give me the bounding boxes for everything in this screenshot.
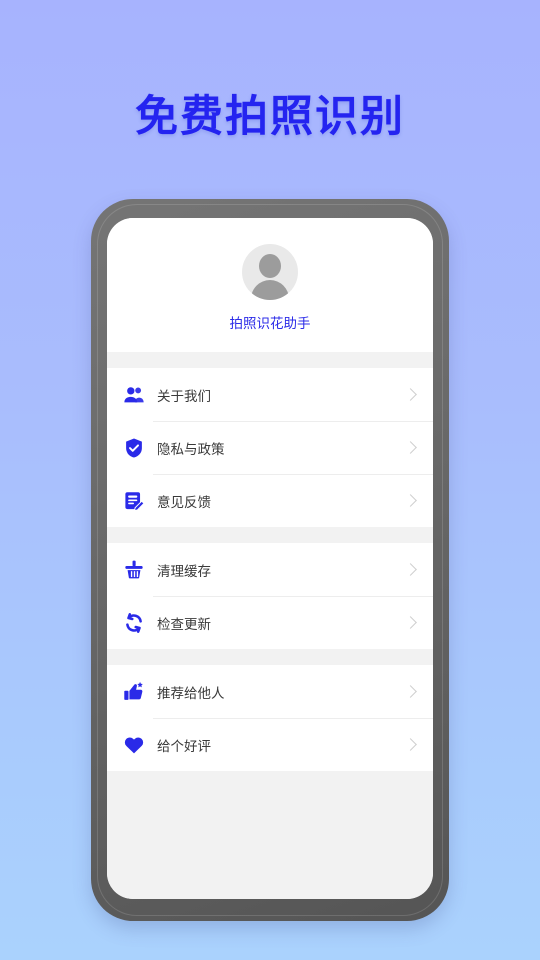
menu-item-privacy-policy[interactable]: 隐私与政策: [107, 421, 433, 474]
chevron-right-icon: [404, 388, 417, 401]
group-divider: [107, 352, 433, 368]
phone-mockup-frame: 拍照识花助手 关于我们 隐私与政策 意见反馈 清理缓存 检查更新 推荐给他人 给…: [91, 199, 449, 921]
broom-clean-icon: [123, 559, 145, 581]
chevron-right-icon: [404, 563, 417, 576]
settings-group-2: 清理缓存 检查更新: [107, 543, 433, 649]
menu-item-rate-app[interactable]: 给个好评: [107, 718, 433, 771]
menu-item-recommend[interactable]: 推荐给他人: [107, 665, 433, 718]
phone-screen: 拍照识花助手 关于我们 隐私与政策 意见反馈 清理缓存 检查更新 推荐给他人 给…: [107, 218, 433, 899]
profile-header: 拍照识花助手: [107, 218, 433, 352]
refresh-update-icon: [123, 612, 145, 634]
menu-item-label: 给个好评: [157, 738, 211, 754]
heart-icon: [123, 734, 145, 756]
profile-name: 拍照识花助手: [229, 316, 311, 331]
menu-item-check-update[interactable]: 检查更新: [107, 596, 433, 649]
thumbs-up-star-icon: [123, 681, 145, 703]
feedback-edit-icon: [123, 490, 145, 512]
screen-bottom-filler: [107, 771, 433, 899]
avatar[interactable]: [242, 244, 298, 300]
menu-item-label: 检查更新: [157, 616, 211, 632]
chevron-right-icon: [404, 494, 417, 507]
page-title: 免费拍照识别: [135, 93, 405, 141]
menu-item-label: 隐私与政策: [157, 441, 225, 457]
settings-group-1: 关于我们 隐私与政策 意见反馈: [107, 368, 433, 527]
menu-item-label: 清理缓存: [157, 563, 211, 579]
group-divider: [107, 649, 433, 665]
chevron-right-icon: [404, 616, 417, 629]
menu-item-about-us[interactable]: 关于我们: [107, 368, 433, 421]
menu-item-label: 推荐给他人: [157, 685, 225, 701]
shield-check-icon: [123, 437, 145, 459]
menu-item-label: 意见反馈: [157, 494, 211, 510]
users-icon: [123, 384, 145, 406]
group-divider: [107, 527, 433, 543]
menu-item-label: 关于我们: [157, 388, 211, 404]
chevron-right-icon: [404, 738, 417, 751]
avatar-head-shape: [259, 254, 281, 278]
avatar-body-shape: [251, 280, 289, 300]
menu-item-clear-cache[interactable]: 清理缓存: [107, 543, 433, 596]
chevron-right-icon: [404, 685, 417, 698]
menu-item-feedback[interactable]: 意见反馈: [107, 474, 433, 527]
chevron-right-icon: [404, 441, 417, 454]
settings-group-3: 推荐给他人 给个好评: [107, 665, 433, 771]
